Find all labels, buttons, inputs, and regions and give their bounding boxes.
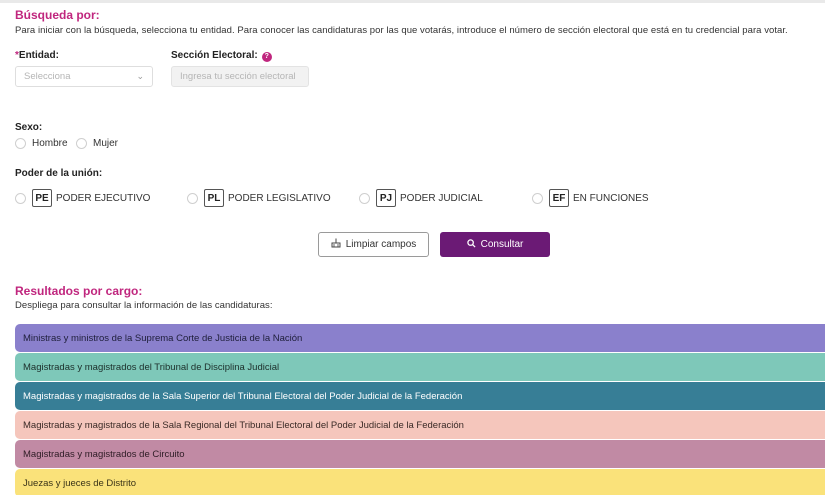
power-label: Poder de la unión: <box>15 168 103 179</box>
accordion-tribunal-disciplina[interactable]: Magistradas y magistrados del Tribunal d… <box>15 353 825 381</box>
accordion-sala-regional[interactable]: Magistradas y magistrados de la Sala Reg… <box>15 411 825 439</box>
radio-circle <box>187 192 198 204</box>
top-divider <box>0 0 825 3</box>
radio-circle <box>76 138 87 149</box>
accordion-sala-superior[interactable]: Magistradas y magistrados de la Sala Sup… <box>15 382 825 410</box>
accordion-label: Ministras y ministros de la Suprema Cort… <box>23 332 303 344</box>
radio-label: Mujer <box>93 138 119 149</box>
radio-poder-judicial[interactable]: PJ PODER JUDICIAL <box>359 189 483 207</box>
section-label-text: Sección Electoral: <box>171 50 258 61</box>
results-title: Resultados por cargo: <box>15 284 143 298</box>
radio-label: EN FUNCIONES <box>573 192 649 204</box>
clear-fields-button[interactable]: Limpiar campos <box>318 232 429 257</box>
radio-circle <box>359 192 370 204</box>
radio-label: PODER LEGISLATIVO <box>228 192 331 204</box>
ef-badge: EF <box>549 189 569 207</box>
consult-button[interactable]: Consultar <box>440 232 550 257</box>
entity-select[interactable]: Selecciona ⌄ <box>15 66 153 87</box>
accordion-label: Magistradas y magistrados del Tribunal d… <box>23 361 280 373</box>
results-description: Despliega para consultar la información … <box>15 300 273 311</box>
search-description: Para iniciar con la búsqueda, selecciona… <box>15 25 788 36</box>
radio-mujer[interactable]: Mujer <box>76 138 118 149</box>
radio-poder-legislativo[interactable]: PL PODER LEGISLATIVO <box>187 189 331 207</box>
radio-en-funciones[interactable]: EF EN FUNCIONES <box>532 189 649 207</box>
broom-icon <box>331 238 341 251</box>
entity-label: *Entidad: <box>15 50 59 61</box>
clear-fields-label: Limpiar campos <box>345 239 417 250</box>
accordion-suprema-corte[interactable]: Ministras y ministros de la Suprema Cort… <box>15 324 825 352</box>
radio-label: Hombre <box>32 138 68 149</box>
help-icon[interactable]: ? <box>261 52 272 62</box>
search-title: Búsqueda por: <box>15 8 100 22</box>
section-label: Sección Electoral:? <box>171 50 272 62</box>
radio-label: PODER EJECUTIVO <box>56 192 151 204</box>
accordion-distrito[interactable]: Juezas y jueces de Distrito <box>15 469 825 495</box>
accordion-label: Magistradas y magistrados de la Sala Sup… <box>23 390 463 402</box>
accordion-label: Magistradas y magistrados de la Sala Reg… <box>23 419 464 431</box>
radio-poder-ejecutivo[interactable]: PE PODER EJECUTIVO <box>15 189 150 207</box>
sex-label: Sexo: <box>15 122 43 133</box>
accordion-label: Magistradas y magistrados de Circuito <box>23 448 185 460</box>
pj-badge: PJ <box>376 189 396 207</box>
entity-label-text: Entidad: <box>18 50 59 61</box>
entity-select-value: Selecciona <box>24 71 71 82</box>
radio-label: PODER JUDICIAL <box>400 192 483 204</box>
radio-hombre[interactable]: Hombre <box>15 138 68 149</box>
chevron-down-icon: ⌄ <box>136 71 144 81</box>
pl-badge: PL <box>204 189 224 207</box>
search-icon <box>466 238 476 251</box>
radio-circle <box>15 192 26 204</box>
consult-label: Consultar <box>480 239 524 250</box>
radio-circle <box>15 138 26 149</box>
pe-badge: PE <box>32 189 52 207</box>
section-input[interactable] <box>171 66 309 87</box>
radio-circle <box>532 192 543 204</box>
accordion-circuito[interactable]: Magistradas y magistrados de Circuito <box>15 440 825 468</box>
accordion-label: Juezas y jueces de Distrito <box>23 477 136 489</box>
